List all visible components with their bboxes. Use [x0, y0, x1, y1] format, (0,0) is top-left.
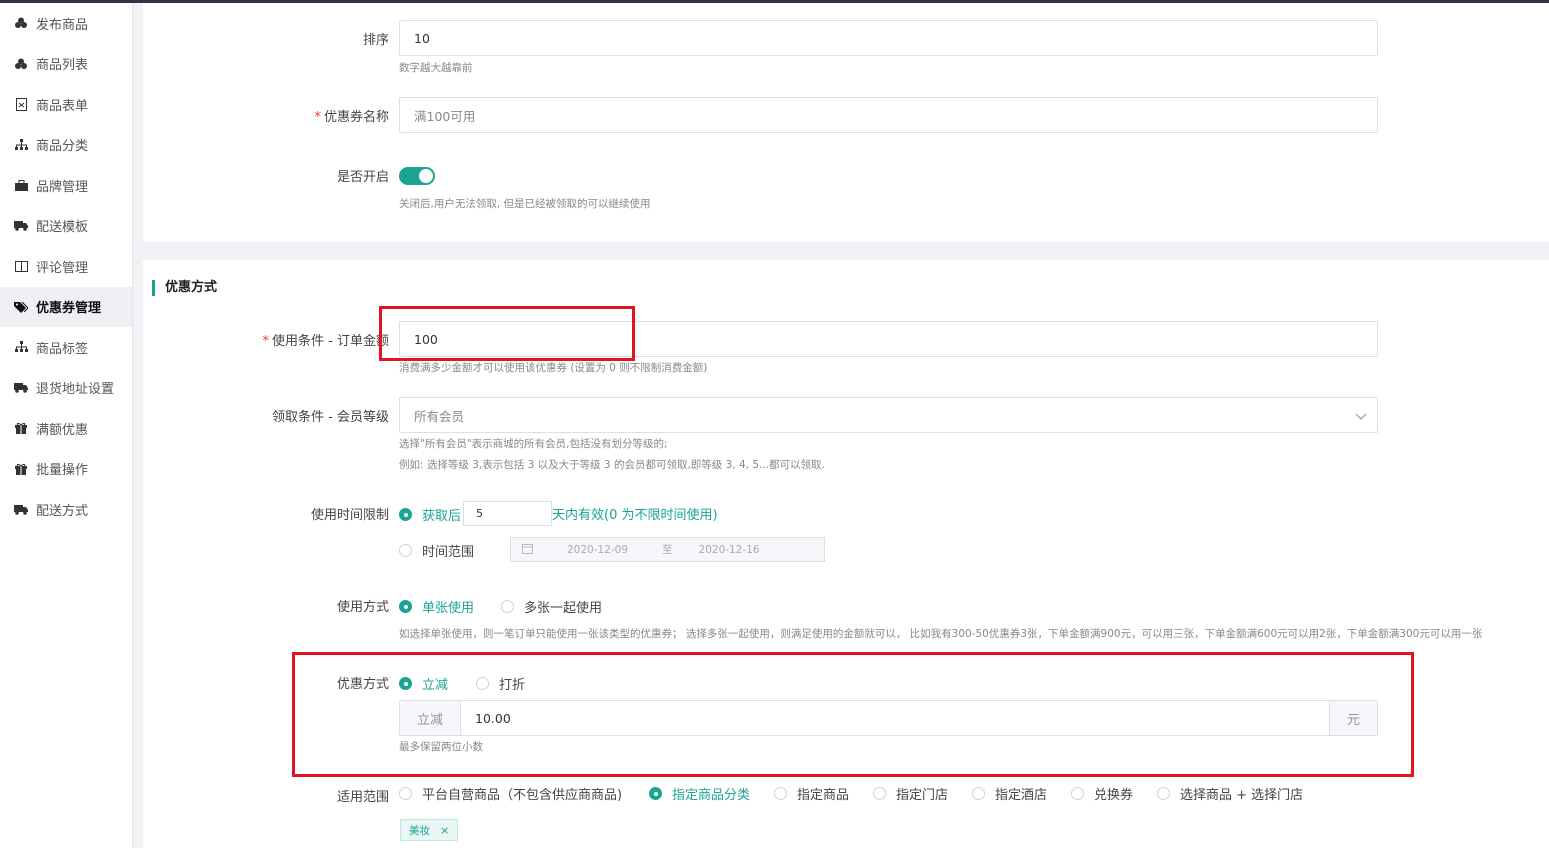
enable-hint: 关闭后,用户无法领取, 但是已经被领取的可以继续使用: [399, 198, 651, 210]
valid-days-suffix: 天内有效(0 为不限时间使用): [552, 508, 718, 523]
sidebar-item-goods-tags[interactable]: 商品标签: [0, 327, 132, 368]
usage-single-radio[interactable]: 单张使用: [399, 597, 474, 616]
sitemap-icon: [14, 340, 28, 354]
sort-hint: 数字越大越靠前: [399, 62, 473, 74]
radio-dot: [501, 600, 514, 613]
required-mark: *: [262, 334, 270, 349]
cubes-icon: [14, 57, 28, 71]
sidebar-item-label: 发布商品: [36, 17, 89, 33]
member-level-label: 领取条件 - 会员等级: [272, 410, 389, 425]
radio-dot: [399, 544, 412, 557]
date-start: 2020-12-09: [567, 543, 629, 556]
radio-dot: [399, 600, 412, 613]
sidebar-item-brand[interactable]: 品牌管理: [0, 165, 132, 206]
sidebar: 发布商品 商品列表 商品表单 商品分类 品牌管理 配送模板 评论管理 优惠券管理…: [0, 3, 133, 848]
enable-switch[interactable]: [399, 167, 435, 185]
scope-goods-and-store-radio[interactable]: 选择商品 + 选择门店: [1157, 784, 1303, 803]
condition-hint: 消费满多少金额才可以使用该优惠券 (设置为 0 则不限制消费金额): [399, 362, 708, 374]
scope-label: 适用范围: [336, 790, 389, 805]
member-level-hint-2: 例如: 选择等级 3,表示包括 3 以及大于等级 3 的会员都可领取,即等级 3…: [399, 459, 825, 471]
columns-icon: [14, 259, 28, 273]
radio-dot: [1157, 787, 1170, 800]
form-icon: [14, 97, 28, 111]
calendar-icon: [522, 543, 533, 557]
member-level-value: 所有会员: [414, 408, 465, 424]
close-icon[interactable]: ×: [440, 824, 449, 837]
sidebar-item-publish-goods[interactable]: 发布商品: [0, 3, 132, 44]
time-limit-label: 使用时间限制: [310, 508, 389, 523]
radio-dot: [774, 787, 787, 800]
enable-label: 是否开启: [336, 170, 389, 185]
scope-category-radio[interactable]: 指定商品分类: [649, 784, 750, 803]
sidebar-item-label: 评论管理: [36, 260, 89, 276]
sidebar-item-label: 商品分类: [36, 139, 89, 155]
condition-label: * 使用条件 - 订单金额: [262, 334, 389, 349]
sidebar-item-goods-form[interactable]: 商品表单: [0, 84, 132, 125]
sidebar-item-label: 商品表单: [36, 98, 89, 114]
briefcase-icon: [14, 178, 28, 192]
time-after-receive-radio[interactable]: 获取后: [399, 505, 461, 524]
sidebar-item-label: 配送方式: [36, 503, 89, 519]
radio-dot: [649, 787, 662, 800]
sidebar-item-label: 退货地址设置: [36, 382, 115, 398]
basic-settings-card: 排序 10 数字越大越靠前 * 优惠券名称 满100可用 是否开启 关闭后,用户无…: [143, 3, 1549, 242]
gift-icon: [14, 421, 28, 435]
date-range-picker[interactable]: 2020-12-09 至 2020-12-16: [510, 537, 825, 562]
sidebar-item-comments[interactable]: 评论管理: [0, 246, 132, 287]
radio-dot: [1071, 787, 1084, 800]
scope-self-operated-radio[interactable]: 平台自营商品（不包含供应商商品): [399, 784, 622, 803]
valid-days-input[interactable]: 5: [463, 501, 552, 526]
sidebar-item-full-discount[interactable]: 满额优惠: [0, 408, 132, 449]
scope-hotel-radio[interactable]: 指定酒店: [972, 784, 1047, 803]
sitemap-icon: [14, 138, 28, 152]
category-tag: 美妆 ×: [400, 819, 459, 841]
coupon-name-input[interactable]: 满100可用: [399, 97, 1378, 133]
date-separator: 至: [662, 544, 673, 556]
coupon-name-label: * 优惠券名称: [314, 110, 389, 125]
scope-goods-radio[interactable]: 指定商品: [774, 784, 849, 803]
sidebar-item-label: 优惠券管理: [36, 301, 102, 317]
sidebar-item-label: 品牌管理: [36, 179, 89, 195]
sort-label: 排序: [362, 33, 389, 48]
sidebar-item-label: 商品列表: [36, 58, 89, 74]
sort-input[interactable]: 10: [399, 20, 1378, 56]
sidebar-item-delivery-template[interactable]: 配送模板: [0, 206, 132, 247]
truck-icon: [14, 502, 28, 516]
switch-knob: [419, 169, 433, 183]
highlight-box-discount-mode: [292, 652, 1414, 777]
scope-store-radio[interactable]: 指定门店: [873, 784, 948, 803]
sidebar-item-coupon-management[interactable]: 优惠券管理: [0, 286, 132, 327]
gift-icon: [14, 462, 28, 476]
radio-dot: [873, 787, 886, 800]
sidebar-item-delivery-method[interactable]: 配送方式: [0, 489, 132, 530]
sidebar-item-batch-operation[interactable]: 批量操作: [0, 449, 132, 490]
time-range-radio[interactable]: 时间范围: [399, 541, 474, 560]
sidebar-item-return-address[interactable]: 退货地址设置: [0, 368, 132, 409]
truck-icon: [14, 381, 28, 395]
radio-dot: [972, 787, 985, 800]
sidebar-item-label: 批量操作: [36, 463, 89, 479]
cubes-icon: [14, 16, 28, 30]
date-end: 2020-12-16: [698, 543, 760, 556]
usage-multiple-radio[interactable]: 多张一起使用: [501, 597, 602, 616]
highlight-box-condition: [379, 306, 635, 361]
radio-dot: [399, 508, 412, 521]
usage-hint: 如选择单张使用，则一笔订单只能使用一张该类型的优惠券； 选择多张一起使用，则满足…: [399, 628, 1483, 640]
tags-icon: [14, 300, 28, 314]
sidebar-item-label: 满额优惠: [36, 422, 89, 438]
chevron-down-icon: [1355, 409, 1367, 424]
sidebar-item-goods-list[interactable]: 商品列表: [0, 44, 132, 85]
truck-icon: [14, 219, 28, 233]
scope-voucher-radio[interactable]: 兑换券: [1071, 784, 1133, 803]
usage-label: 使用方式: [336, 600, 389, 615]
radio-dot: [399, 787, 412, 800]
section-title: 优惠方式: [152, 280, 217, 296]
sidebar-item-goods-category[interactable]: 商品分类: [0, 125, 132, 166]
required-mark: *: [314, 110, 321, 125]
member-level-hint-1: 选择"所有会员"表示商城的所有会员,包括没有划分等级的;: [399, 438, 668, 450]
sidebar-item-label: 商品标签: [36, 341, 89, 357]
sidebar-item-label: 配送模板: [36, 220, 89, 236]
member-level-select[interactable]: 所有会员: [399, 397, 1378, 433]
